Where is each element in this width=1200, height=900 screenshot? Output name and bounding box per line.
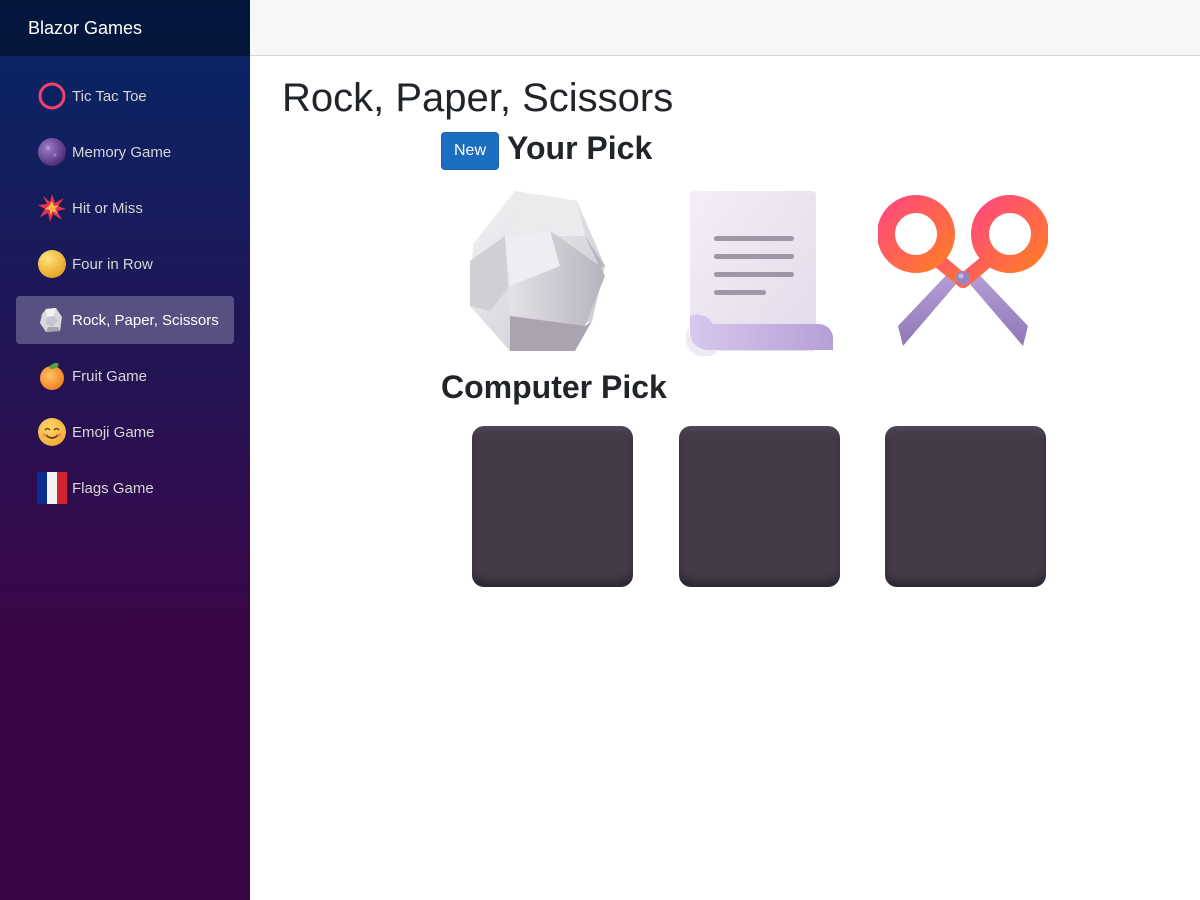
sidebar-item-hit-or-miss[interactable]: Hit or Miss (16, 184, 234, 232)
yellow-circle-icon (36, 248, 68, 280)
top-bar (250, 0, 1200, 56)
sidebar-item-label: Fruit Game (72, 367, 148, 385)
page-curl-icon (685, 191, 833, 356)
sidebar: Blazor Games Tic Tac Toe Memory Game Hit… (0, 0, 250, 900)
main-content: Rock, Paper, Scissors New Your Pick Comp… (250, 56, 1200, 900)
sidebar-item-fruit-game[interactable]: Fruit Game (16, 352, 234, 400)
sidebar-item-tic-tac-toe[interactable]: Tic Tac Toe (16, 72, 234, 120)
sidebar-item-flags-game[interactable]: Flags Game (16, 464, 234, 512)
rock-icon (470, 191, 605, 351)
sidebar-item-label: Four in Row (72, 255, 153, 273)
sidebar-item-label: Memory Game (72, 143, 172, 161)
sidebar-item-emoji-game[interactable]: Emoji Game (16, 408, 234, 456)
scissors-choice[interactable] (878, 186, 1048, 356)
flag-france-icon (36, 472, 68, 504)
new-game-button[interactable]: New (441, 132, 499, 170)
computer-pick-tile (885, 426, 1046, 587)
sidebar-item-label: Hit or Miss (72, 199, 143, 217)
computer-pick-tile (679, 426, 840, 587)
rock-icon (36, 304, 68, 336)
sidebar-item-rock-paper-scissors[interactable]: Rock, Paper, Scissors (16, 296, 234, 344)
computer-pick-tile (472, 426, 633, 587)
sidebar-item-label: Emoji Game (72, 423, 155, 441)
rock-choice[interactable] (465, 186, 635, 356)
paper-choice[interactable] (683, 186, 853, 356)
ring-icon (36, 80, 68, 112)
brand-title[interactable]: Blazor Games (28, 18, 142, 39)
sidebar-item-label: Tic Tac Toe (72, 87, 147, 105)
page-title: Rock, Paper, Scissors (282, 76, 674, 120)
smiling-face-icon (36, 416, 68, 448)
your-pick-heading: Your Pick (507, 130, 653, 166)
brand-bar: Blazor Games (0, 0, 250, 56)
computer-pick-heading: Computer Pick (441, 369, 667, 405)
tangerine-icon (36, 360, 68, 392)
scissors-icon (878, 195, 1048, 346)
sidebar-item-label: Flags Game (72, 479, 154, 497)
nav-menu: Tic Tac Toe Memory Game Hit or Miss Four… (0, 56, 250, 512)
sidebar-item-memory-game[interactable]: Memory Game (16, 128, 234, 176)
collision-icon (36, 192, 68, 224)
sidebar-item-four-in-row[interactable]: Four in Row (16, 240, 234, 288)
crystal-ball-icon (36, 136, 68, 168)
sidebar-item-label: Rock, Paper, Scissors (72, 311, 219, 329)
